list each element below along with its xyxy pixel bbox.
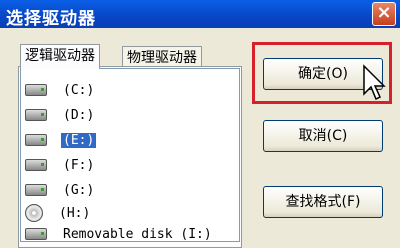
cancel-button-label: 取消(C) xyxy=(298,128,348,144)
close-button[interactable]: × xyxy=(372,2,396,26)
drive-list[interactable]: (C:) (D:) (E:) (F:) (G:) (H:) Removable … xyxy=(20,68,240,242)
removable-disk-icon xyxy=(25,228,47,240)
hard-disk-icon xyxy=(25,134,47,146)
drive-label: (E:) xyxy=(61,132,97,148)
drive-item-c[interactable]: (C:) xyxy=(25,81,96,99)
drive-item-d[interactable]: (D:) xyxy=(25,106,96,124)
tab-physical-drives-label: 物理驱动器 xyxy=(127,50,197,66)
drive-label: (H:) xyxy=(59,205,91,221)
hard-disk-icon xyxy=(25,159,47,171)
tab-logical-drives-label: 逻辑驱动器 xyxy=(25,48,95,64)
drive-item-e[interactable]: (E:) xyxy=(25,131,97,149)
cancel-button[interactable]: 取消(C) xyxy=(263,120,383,152)
window-title: 选择驱动器 xyxy=(6,9,96,29)
drive-item-g[interactable]: (G:) xyxy=(25,181,96,199)
find-format-button[interactable]: 查找格式(F) xyxy=(263,186,383,218)
drive-item-f[interactable]: (F:) xyxy=(25,156,96,174)
title-bar: 选择驱动器 × xyxy=(0,0,400,29)
drive-item-h[interactable]: (H:) xyxy=(25,204,92,222)
hard-disk-icon xyxy=(25,84,47,96)
ok-button-label: 确定(O) xyxy=(298,66,348,82)
drive-label: (D:) xyxy=(63,107,95,123)
drive-label: Removable disk (I:) xyxy=(63,226,212,242)
tab-logical-drives[interactable]: 逻辑驱动器 xyxy=(20,44,100,69)
hard-disk-icon xyxy=(25,184,47,196)
drive-item-i[interactable]: Removable disk (I:) xyxy=(25,225,214,242)
drive-label: (G:) xyxy=(63,182,95,198)
find-format-button-label: 查找格式(F) xyxy=(285,194,361,210)
close-icon: × xyxy=(376,2,392,23)
hard-disk-icon xyxy=(25,109,47,121)
mouse-cursor-icon xyxy=(363,64,386,101)
cd-drive-icon xyxy=(25,204,43,222)
drive-label: (C:) xyxy=(63,82,95,98)
drive-label: (F:) xyxy=(63,157,95,173)
